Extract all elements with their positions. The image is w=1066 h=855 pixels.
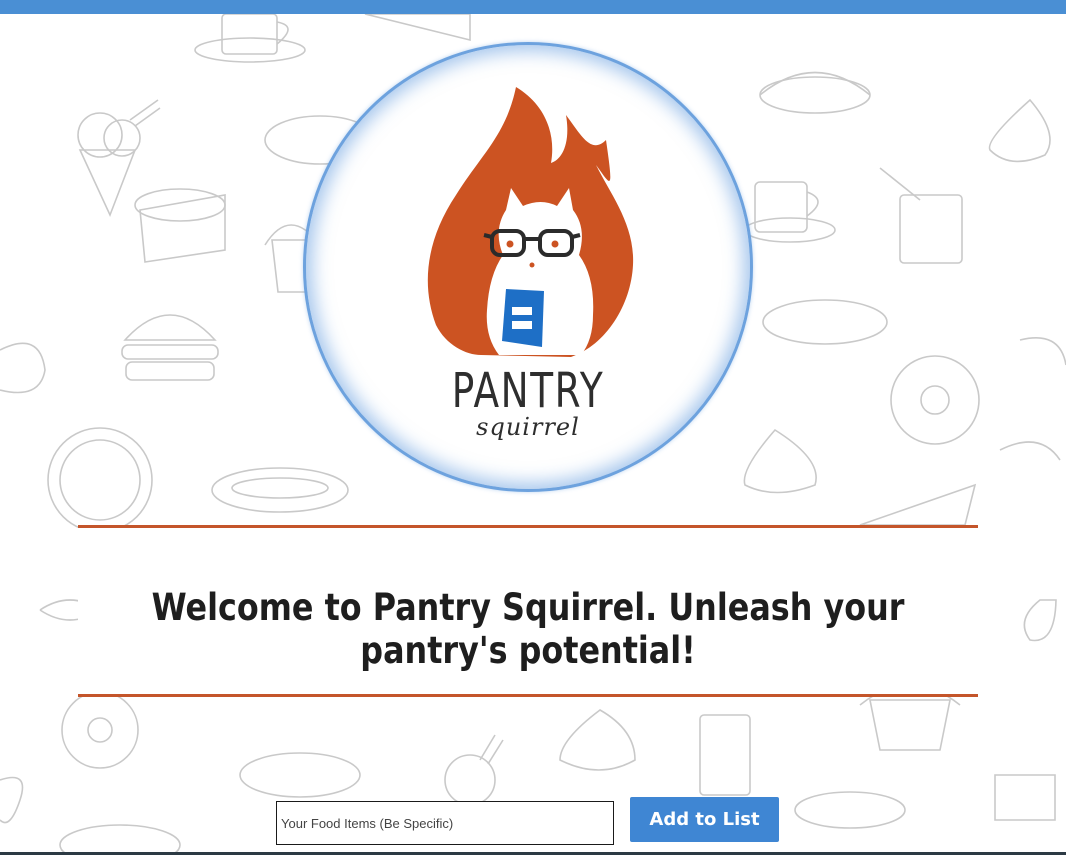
welcome-heading: Welcome to Pantry Squirrel. Unleash your…: [151, 586, 905, 672]
divider-top: [78, 525, 978, 528]
top-accent-bar: [0, 0, 1066, 14]
logo-wordmark: PANTRY: [451, 363, 605, 419]
add-to-list-button[interactable]: Add to List: [630, 797, 779, 842]
logo-badge: PANTRY squirrel: [303, 42, 753, 492]
divider-bottom: [78, 694, 978, 697]
food-items-input[interactable]: [276, 801, 614, 845]
logo-subtitle: squirrel: [476, 413, 580, 441]
